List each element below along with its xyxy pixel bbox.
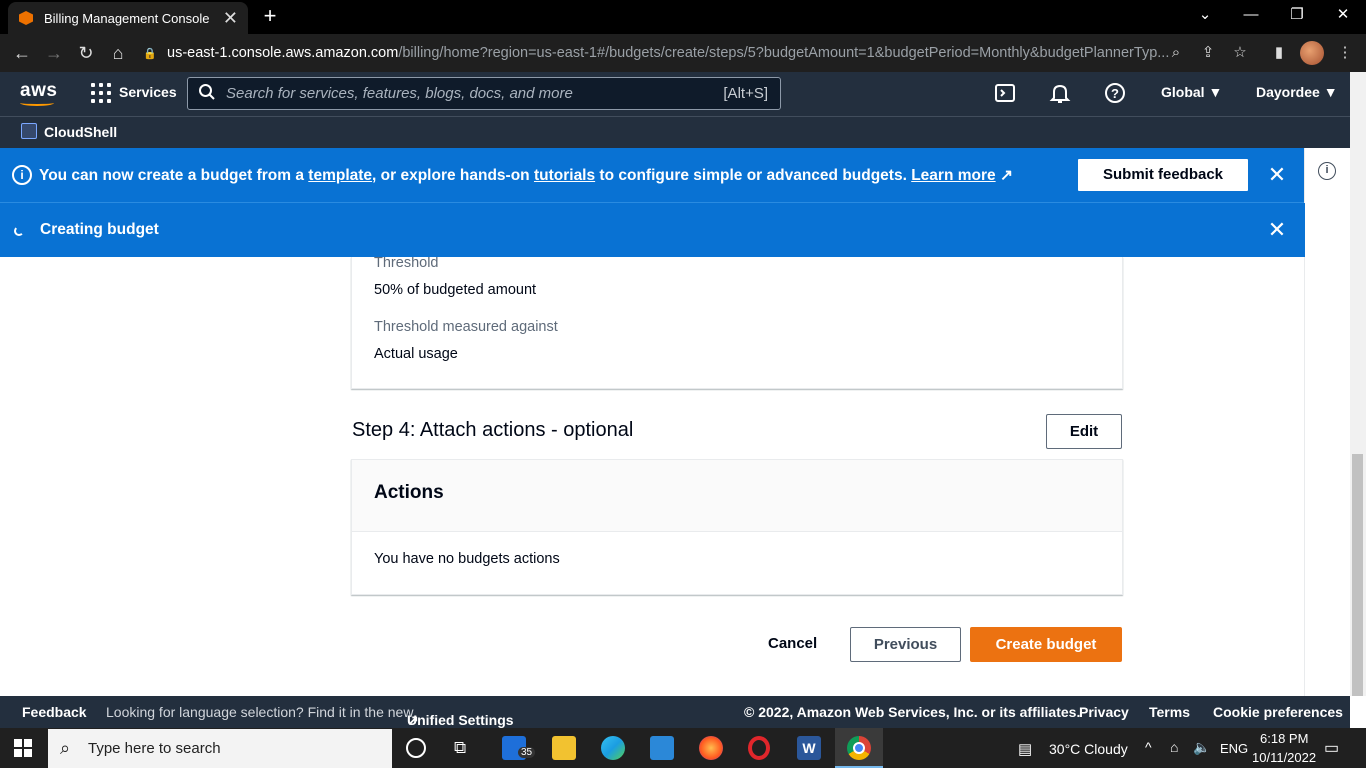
restore-icon[interactable]: ❐ (1274, 0, 1320, 32)
chrome-menu-icon[interactable]: ⋮ (1332, 40, 1358, 66)
external-link-icon: ↗ (999, 167, 1013, 184)
caret-down-icon: ▼ (1323, 84, 1338, 100)
svg-text:?: ? (1111, 86, 1119, 101)
word-icon[interactable]: W (797, 736, 821, 760)
info-flash-text: You can now create a budget from a templ… (39, 167, 1013, 184)
tab-title: Billing Management Console (44, 10, 210, 26)
lock-icon: 🔒 (143, 48, 157, 60)
console-footer: Feedback Looking for language selection?… (0, 696, 1350, 728)
region-selector[interactable]: Global ▼ (1161, 84, 1222, 100)
tab-search-icon[interactable]: ⌄ (1182, 0, 1228, 32)
language-text: Looking for language selection? Find it … (106, 704, 414, 720)
weather-icon[interactable]: ▤ (1018, 740, 1032, 758)
help-icon[interactable]: ? (1103, 81, 1127, 105)
file-explorer-icon[interactable] (552, 736, 576, 760)
tools-panel (1304, 148, 1350, 696)
notifications-bell-icon[interactable] (1048, 81, 1072, 105)
creating-budget-text: Creating budget (40, 221, 159, 238)
terms-link[interactable]: Terms (1149, 704, 1190, 720)
close-window-icon[interactable]: ✕ (1320, 0, 1366, 32)
tray-chevron-icon[interactable]: ^ (1145, 739, 1152, 755)
feedback-link[interactable]: Feedback (22, 704, 87, 720)
windows-start-icon[interactable] (14, 739, 32, 757)
aws-favicon-icon (19, 11, 33, 25)
search-icon: ⌕ (60, 738, 71, 758)
cloudshell-icon[interactable] (21, 123, 37, 139)
threshold-label: Threshold (374, 255, 439, 271)
mail-badge: 35 (518, 747, 536, 758)
bookmark-star-icon[interactable]: ☆ (1227, 40, 1253, 66)
info-panel-icon[interactable]: i (1318, 162, 1336, 180)
firefox-icon[interactable] (699, 736, 723, 760)
volume-icon[interactable]: 🔈 (1193, 739, 1210, 756)
spinner-icon (14, 226, 24, 236)
close-icon[interactable]: ✕ (1267, 219, 1287, 241)
browser-tab[interactable]: Billing Management Console ✕ (8, 2, 248, 34)
learn-more-link[interactable]: Learn more (911, 167, 995, 184)
new-tab-icon[interactable]: + (258, 4, 282, 28)
chrome-icon-center (853, 742, 865, 754)
info-icon: i (12, 165, 32, 185)
url-path: /billing/home?region=us-east-1#/budgets/… (398, 45, 1170, 61)
minimize-icon[interactable]: — (1228, 0, 1274, 32)
submit-feedback-button[interactable]: Submit feedback (1077, 158, 1249, 192)
account-menu[interactable]: Dayordee ▼ (1256, 84, 1338, 100)
caret-down-icon: ▼ (1208, 84, 1223, 100)
services-grid-icon[interactable] (91, 83, 111, 103)
privacy-link[interactable]: Privacy (1079, 704, 1129, 720)
aws-smile-icon (20, 100, 54, 106)
previous-button[interactable]: Previous (850, 627, 961, 662)
url-host: us-east-1.console.aws.amazon.com (167, 45, 399, 61)
profile-avatar[interactable] (1300, 41, 1324, 65)
url-field[interactable]: 🔒 us-east-1.console.aws.amazon.com/billin… (143, 40, 1255, 66)
cloudshell-link[interactable]: CloudShell (44, 124, 117, 140)
search-shortcut: [Alt+S] (723, 85, 768, 102)
home-icon[interactable]: ⌂ (105, 40, 131, 66)
cancel-button[interactable]: Cancel (768, 635, 817, 652)
notifications-icon[interactable]: ▭ (1324, 738, 1339, 758)
copyright-text: © 2022, Amazon Web Services, Inc. or its… (744, 704, 1081, 720)
no-actions-text: You have no budgets actions (374, 551, 560, 567)
reload-icon[interactable]: ↻ (73, 40, 99, 66)
cortana-icon[interactable] (406, 738, 426, 758)
edge-icon[interactable] (601, 736, 625, 760)
actions-card (351, 459, 1123, 595)
create-budget-button[interactable]: Create budget (970, 627, 1122, 662)
cloudshell-terminal-icon[interactable] (993, 81, 1017, 105)
forward-icon[interactable]: → (41, 40, 67, 66)
close-icon[interactable]: ✕ (1267, 164, 1287, 186)
edit-button[interactable]: Edit (1046, 414, 1122, 449)
favorites-bar (0, 116, 1350, 148)
opera-icon[interactable] (748, 736, 770, 760)
task-view-icon[interactable]: ⧉ (454, 738, 466, 758)
clock-date[interactable]: 10/11/2022 (1252, 750, 1316, 765)
share-icon[interactable]: ⇪ (1195, 40, 1221, 66)
network-icon[interactable]: ⌂ (1170, 739, 1178, 755)
progress-flashbar-overlay (0, 203, 1305, 257)
cookie-preferences-link[interactable]: Cookie preferences (1213, 704, 1343, 720)
actions-card-title: Actions (374, 482, 444, 503)
search-icon (199, 84, 215, 100)
measured-against-value: Actual usage (374, 346, 458, 362)
template-link[interactable]: template (308, 167, 372, 184)
side-panel-icon[interactable]: ▮ (1266, 40, 1292, 66)
external-link-icon: ↗ (407, 712, 419, 728)
scrollbar-thumb[interactable] (1352, 454, 1363, 696)
language-indicator[interactable]: ENG (1220, 741, 1248, 756)
tutorials-link[interactable]: tutorials (534, 167, 595, 184)
taskbar-search-input[interactable]: Type here to search (48, 729, 392, 768)
aws-logo[interactable]: aws (20, 80, 57, 106)
services-menu[interactable]: Services (119, 84, 177, 100)
weather-text[interactable]: 30°C Cloudy (1049, 741, 1128, 757)
store-icon[interactable] (650, 736, 674, 760)
back-icon[interactable]: ← (9, 40, 35, 66)
threshold-value: 50% of budgeted amount (374, 282, 537, 298)
search-placeholder: Search for services, features, blogs, do… (226, 85, 573, 102)
clock-time[interactable]: 6:18 PM (1260, 731, 1308, 746)
close-tab-icon[interactable]: ✕ (223, 9, 238, 27)
zoom-icon[interactable]: ⌕ (1163, 40, 1189, 66)
step4-heading: Step 4: Attach actions - optional (352, 419, 634, 441)
search-input[interactable]: Search for services, features, blogs, do… (187, 77, 781, 110)
measured-against-label: Threshold measured against (374, 319, 558, 335)
